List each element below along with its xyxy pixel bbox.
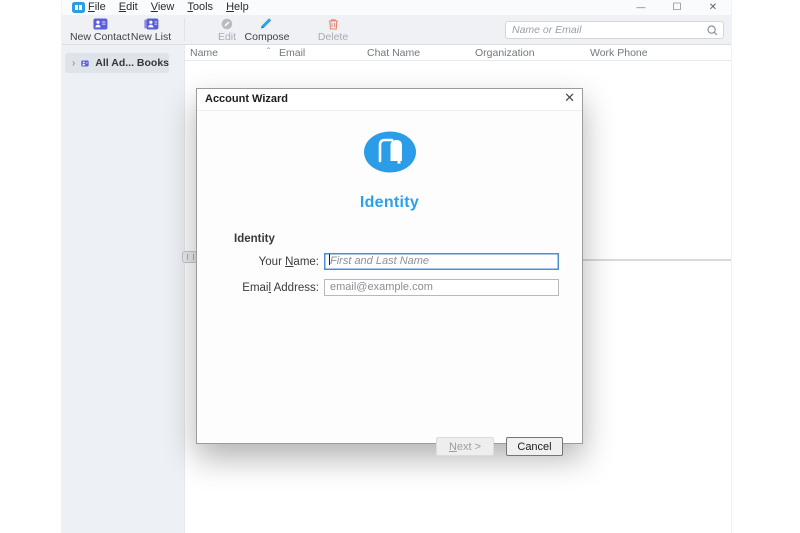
sidebar: › All Ad... Books <box>62 45 184 533</box>
window-controls: — ☐ ✕ <box>623 0 731 15</box>
contact-list-icon <box>143 17 158 30</box>
menubar: File Edit View Tools Help — ☐ ✕ <box>62 0 731 15</box>
new-list-button[interactable]: New List <box>131 17 171 43</box>
contact-card-icon <box>92 17 107 30</box>
sidebar-item-label: All Ad... Books <box>95 57 169 69</box>
toolbar-separator <box>184 18 185 41</box>
compose-label: Compose <box>245 31 290 43</box>
dialog-body: Identity Identity Your Name: Email Addre… <box>197 110 582 443</box>
next-button: Next > <box>436 437 494 456</box>
toolbar: New Contact New List Edit Compose <box>62 15 731 45</box>
delete-button: Delete <box>318 17 348 43</box>
splitter-grip[interactable] <box>182 251 197 263</box>
your-name-label: Your Name: <box>197 256 319 268</box>
search-box <box>505 21 724 39</box>
dialog-close-icon[interactable]: ✕ <box>564 91 575 104</box>
compose-pencil-icon <box>260 17 274 30</box>
address-book-icon <box>81 58 89 69</box>
email-address-input[interactable] <box>324 279 559 296</box>
column-header-row: Name ˆ Email Chat Name Organization Work… <box>185 45 731 61</box>
trash-icon <box>327 17 338 30</box>
dialog-titlebar[interactable]: Account Wizard ✕ <box>197 89 582 110</box>
email-address-label: Email Address: <box>197 282 319 294</box>
sort-ascending-icon: ˆ <box>267 47 270 58</box>
new-contact-button[interactable]: New Contact <box>70 17 130 43</box>
delete-label: Delete <box>318 31 348 43</box>
dialog-title: Account Wizard <box>205 93 288 105</box>
column-name[interactable]: Name <box>190 47 218 59</box>
minimize-icon[interactable]: — <box>623 0 659 15</box>
account-wizard-dialog: Account Wizard ✕ Identity Identity Your … <box>196 88 583 444</box>
maximize-icon[interactable]: ☐ <box>659 0 695 15</box>
edit-button: Edit <box>218 17 236 43</box>
column-organization[interactable]: Organization <box>475 47 535 59</box>
identity-section-label: Identity <box>234 233 275 245</box>
search-input[interactable] <box>512 22 702 38</box>
wizard-page-heading: Identity <box>197 194 582 212</box>
app-logo-icon <box>72 2 85 13</box>
menu-tools[interactable]: Tools <box>187 1 213 13</box>
thunderbird-mailbox-icon <box>363 130 417 174</box>
column-chat-name[interactable]: Chat Name <box>367 47 420 59</box>
menu-view[interactable]: View <box>151 1 175 13</box>
search-icon <box>707 25 718 36</box>
menu-help[interactable]: Help <box>226 1 249 13</box>
new-list-label: New List <box>131 31 171 43</box>
column-email[interactable]: Email <box>279 47 305 59</box>
expander-icon[interactable]: › <box>72 58 75 69</box>
email-address-field-wrap <box>324 277 559 294</box>
desktop: File Edit View Tools Help — ☐ ✕ New Cont… <box>0 0 800 533</box>
text-caret <box>329 254 330 265</box>
cancel-button[interactable]: Cancel <box>506 437 563 456</box>
compose-button[interactable]: Compose <box>245 17 290 43</box>
your-name-field-wrap <box>324 251 559 268</box>
new-contact-label: New Contact <box>70 31 130 43</box>
close-icon[interactable]: ✕ <box>695 0 731 15</box>
edit-circle-icon <box>221 17 233 30</box>
sidebar-item-all-address-books[interactable]: › All Ad... Books <box>65 53 169 73</box>
your-name-input[interactable] <box>324 253 559 270</box>
menu-items: File Edit View Tools Help <box>88 1 249 13</box>
menu-file[interactable]: File <box>88 1 106 13</box>
edit-label: Edit <box>218 31 236 43</box>
column-work-phone[interactable]: Work Phone <box>590 47 648 59</box>
menu-edit[interactable]: Edit <box>119 1 138 13</box>
